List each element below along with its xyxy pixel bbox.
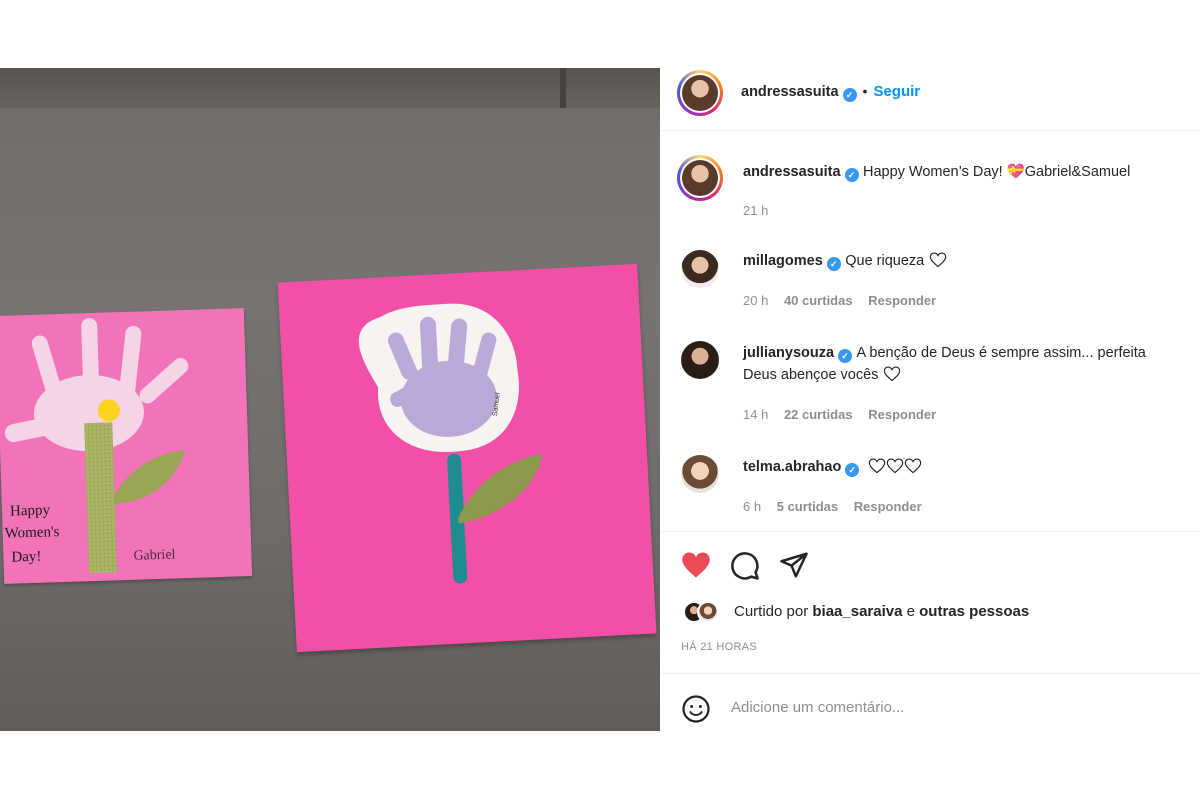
comment: jullianysouza ✓ A benção de Deus é sempre… [743,344,1146,363]
comment-time[interactable]: 20 h [743,293,768,308]
liked-by-others[interactable]: outras pessoas [919,603,1029,620]
liker-avatar[interactable] [697,601,719,623]
comment-likes[interactable]: 40 curtidas [784,293,853,308]
comment-meta: 20 h 40 curtidas Responder [743,293,948,308]
liked-by: Curtido por biaa_saraiva e outras pessoa… [734,603,1029,620]
caption-time[interactable]: 21 h [743,203,768,218]
heart-outline-icon [886,458,903,474]
card1-name: Gabriel [133,547,176,563]
comment: millagomes ✓ Que riqueza [743,252,947,271]
emoji-icon[interactable] [681,694,711,724]
comment-likes[interactable]: 5 curtidas [777,499,838,514]
comment-username[interactable]: jullianysouza [743,345,834,361]
reply-button[interactable]: Responder [854,499,922,514]
heart-outline-icon [904,458,921,474]
caption-text: Happy Women’s Day! 💝Gabriel&Samuel [862,164,1131,180]
comment-username[interactable]: telma.abrahao [743,459,841,475]
photo-wall-seam [560,68,566,108]
verified-icon: ✓ [845,463,860,477]
comment-box-divider [661,673,1200,674]
follow-button[interactable]: Seguir [873,83,920,100]
comment-meta: 14 h 22 curtidas Responder [743,407,948,422]
liked-by-connector: e [902,603,920,620]
heart-outline-icon [868,458,885,474]
post-header: andressasuita ✓ • Seguir [741,83,920,102]
like-heart-icon[interactable] [681,551,711,579]
caption: andressasuita ✓ Happy Women’s Day! 💝Gabri… [743,163,1130,182]
verified-icon: ✓ [844,168,859,182]
share-icon[interactable] [779,550,809,580]
caption-meta: 21 h [743,203,780,218]
comment-continuation: Deus abençoe vocês [743,366,901,384]
handprint-card-gabriel: Happy Women's Day! Gabriel [0,308,253,584]
post-photo[interactable]: Happy Women's Day! Gabriel Samuel [0,68,660,731]
caption-avatar[interactable] [677,155,723,201]
comment-text: Que riqueza [845,253,925,269]
card1-greeting-line2: Women's [4,524,59,542]
verified-icon: ✓ [826,257,841,271]
verified-icon: ✓ [842,88,857,102]
comment-likes[interactable]: 22 curtidas [784,407,853,422]
comment-input[interactable]: Adicione um comentário... [731,699,904,716]
actions-divider [661,531,1200,532]
heart-outline-icon [883,366,901,382]
post-sidebar: andressasuita ✓ • Seguir andressasuita ✓ Hap… [661,68,1200,731]
comment-time[interactable]: 14 h [743,407,768,422]
author-username[interactable]: andressasuita [741,84,839,100]
author-avatar[interactable] [677,70,723,116]
commenter-avatar[interactable] [681,455,719,493]
verified-icon: ✓ [838,349,853,363]
comment-text: A benção de Deus é sempre assim... perfe… [856,345,1146,361]
commenter-avatar[interactable] [681,341,719,379]
liked-by-user[interactable]: biaa_saraiva [812,603,902,620]
comment: telma.abrahao ✓ [743,458,922,477]
separator-dot: • [862,83,868,99]
comment-meta: 6 h 5 curtidas Responder [743,499,934,514]
caption-username[interactable]: andressasuita [743,164,841,180]
comment-time[interactable]: 6 h [743,499,761,514]
heart-outline-icon [929,252,946,268]
post-date[interactable]: HÁ 21 HORAS [681,641,757,653]
commenter-avatar[interactable] [681,250,719,288]
liked-by-prefix: Curtido por [734,603,813,620]
header-divider [661,130,1200,131]
reply-button[interactable]: Responder [868,407,936,422]
reply-button[interactable]: Responder [868,293,936,308]
comment-text-line2: Deus abençoe vocês [743,367,879,383]
card1-greeting-line1: Happy [10,502,51,519]
comment-icon[interactable] [730,551,760,581]
handprint-card-samuel: Samuel [277,263,657,653]
card1-greeting-line3: Day! [11,549,41,566]
comment-username[interactable]: millagomes [743,253,823,269]
